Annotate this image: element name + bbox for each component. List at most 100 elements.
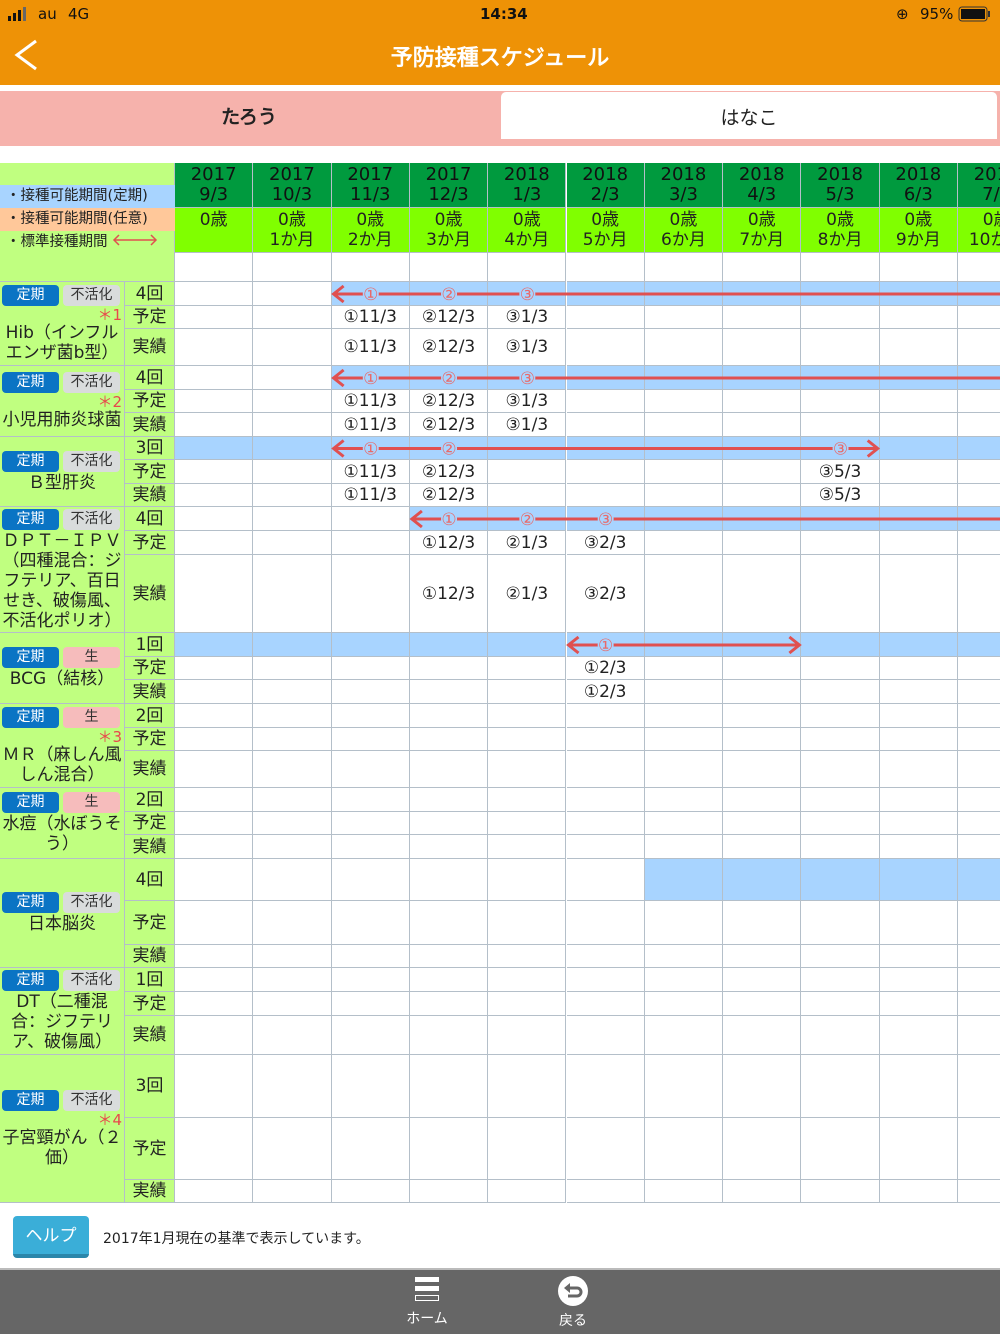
schedule-cell[interactable]: [644, 657, 724, 680]
schedule-cell[interactable]: [644, 531, 724, 555]
schedule-cell[interactable]: [175, 460, 254, 484]
schedule-cell[interactable]: [801, 531, 880, 555]
schedule-cell[interactable]: [175, 812, 254, 835]
plan-date[interactable]: ③1/3: [488, 390, 567, 413]
schedule-cell[interactable]: [409, 657, 489, 680]
plan-date[interactable]: ③1/3: [488, 306, 567, 329]
schedule-cell[interactable]: [253, 1180, 332, 1203]
plan-date[interactable]: ②12/3: [409, 390, 489, 413]
schedule-cell[interactable]: [488, 1180, 567, 1203]
schedule-cell[interactable]: [958, 390, 1000, 413]
schedule-cell[interactable]: [958, 555, 1000, 633]
schedule-cell[interactable]: [723, 413, 802, 437]
schedule-cell[interactable]: [801, 901, 880, 945]
schedule-cell[interactable]: [879, 992, 958, 1016]
schedule-cell[interactable]: [488, 945, 567, 968]
schedule-cell[interactable]: [175, 945, 254, 968]
schedule-cell[interactable]: [488, 901, 567, 945]
schedule-cell[interactable]: [253, 531, 332, 555]
schedule-cell[interactable]: [723, 1118, 802, 1180]
schedule-cell[interactable]: [801, 1016, 880, 1055]
schedule-cell[interactable]: [801, 413, 880, 437]
schedule-cell[interactable]: [879, 1180, 958, 1203]
schedule-cell[interactable]: [644, 1180, 724, 1203]
plan-date[interactable]: ②12/3: [409, 460, 489, 484]
actual-date[interactable]: ②12/3: [409, 329, 489, 366]
schedule-cell[interactable]: [801, 390, 880, 413]
schedule-cell[interactable]: [175, 531, 254, 555]
schedule-cell[interactable]: [566, 728, 645, 751]
schedule-cell[interactable]: [723, 555, 802, 633]
schedule-cell[interactable]: [409, 728, 489, 751]
schedule-cell[interactable]: [488, 657, 567, 680]
schedule-cell[interactable]: [644, 812, 724, 835]
schedule-cell[interactable]: [253, 306, 332, 329]
schedule-cell[interactable]: [331, 751, 410, 788]
schedule-cell[interactable]: [958, 1180, 1000, 1203]
schedule-cell[interactable]: [175, 413, 254, 437]
return-button[interactable]: 戻る: [533, 1276, 613, 1330]
schedule-cell[interactable]: [331, 901, 410, 945]
schedule-cell[interactable]: [331, 728, 410, 751]
schedule-cell[interactable]: [958, 1118, 1000, 1180]
schedule-cell[interactable]: [801, 728, 880, 751]
schedule-cell[interactable]: [879, 555, 958, 633]
schedule-cell[interactable]: [723, 835, 802, 859]
schedule-cell[interactable]: [644, 484, 724, 507]
schedule-cell[interactable]: [566, 1118, 645, 1180]
schedule-cell[interactable]: [958, 728, 1000, 751]
schedule-cell[interactable]: [175, 1016, 254, 1055]
schedule-cell[interactable]: [644, 460, 724, 484]
schedule-cell[interactable]: [488, 812, 567, 835]
schedule-cell[interactable]: [566, 812, 645, 835]
schedule-cell[interactable]: [253, 329, 332, 366]
help-button[interactable]: ヘルプ: [13, 1216, 89, 1258]
schedule-cell[interactable]: [879, 728, 958, 751]
schedule-cell[interactable]: [644, 835, 724, 859]
schedule-cell[interactable]: [409, 680, 489, 704]
schedule-cell[interactable]: [253, 484, 332, 507]
schedule-cell[interactable]: [409, 812, 489, 835]
schedule-cell[interactable]: [801, 1180, 880, 1203]
schedule-cell[interactable]: [801, 657, 880, 680]
schedule-cell[interactable]: [175, 306, 254, 329]
schedule-cell[interactable]: [488, 835, 567, 859]
schedule-cell[interactable]: [644, 751, 724, 788]
schedule-cell[interactable]: [644, 992, 724, 1016]
schedule-cell[interactable]: [958, 329, 1000, 366]
schedule-cell[interactable]: [958, 413, 1000, 437]
vaccine-label[interactable]: 定期 不活化 ＊4 子宮頸がん（２価）: [0, 1055, 125, 1203]
schedule-cell[interactable]: [723, 657, 802, 680]
footnote-mark[interactable]: ＊1: [2, 307, 122, 323]
schedule-cell[interactable]: [253, 992, 332, 1016]
schedule-cell[interactable]: [723, 1016, 802, 1055]
schedule-cell[interactable]: [644, 390, 724, 413]
schedule-cell[interactable]: [958, 460, 1000, 484]
schedule-cell[interactable]: [409, 901, 489, 945]
vaccine-label[interactable]: 定期生＊3 ＭＲ（麻しん風しん混合）: [0, 704, 125, 788]
schedule-cell[interactable]: [879, 657, 958, 680]
schedule-cell[interactable]: [331, 531, 410, 555]
schedule-cell[interactable]: [879, 835, 958, 859]
schedule-cell[interactable]: [253, 555, 332, 633]
schedule-cell[interactable]: [253, 1118, 332, 1180]
schedule-cell[interactable]: [801, 812, 880, 835]
actual-date[interactable]: ②12/3: [409, 413, 489, 437]
schedule-cell[interactable]: [566, 835, 645, 859]
schedule-cell[interactable]: [644, 728, 724, 751]
schedule-cell[interactable]: [879, 329, 958, 366]
schedule-cell[interactable]: [801, 306, 880, 329]
schedule-cell[interactable]: [566, 390, 645, 413]
schedule-cell[interactable]: [723, 390, 802, 413]
schedule-cell[interactable]: [879, 413, 958, 437]
schedule-cell[interactable]: [175, 751, 254, 788]
actual-date[interactable]: ①12/3: [409, 555, 489, 633]
footnote-mark[interactable]: ＊4: [2, 1112, 122, 1128]
tab-hanako[interactable]: はなこ: [500, 91, 998, 140]
schedule-cell[interactable]: [644, 1118, 724, 1180]
schedule-cell[interactable]: [566, 329, 645, 366]
schedule-cell[interactable]: [488, 484, 567, 507]
schedule-cell[interactable]: [958, 306, 1000, 329]
schedule-cell[interactable]: [488, 1016, 567, 1055]
vaccine-label[interactable]: 定期 不活化 ＤＰＴ－ＩＰＶ（四種混合：ジフテリア、百日せき、破傷風、不活化ポリオ）: [0, 507, 125, 633]
